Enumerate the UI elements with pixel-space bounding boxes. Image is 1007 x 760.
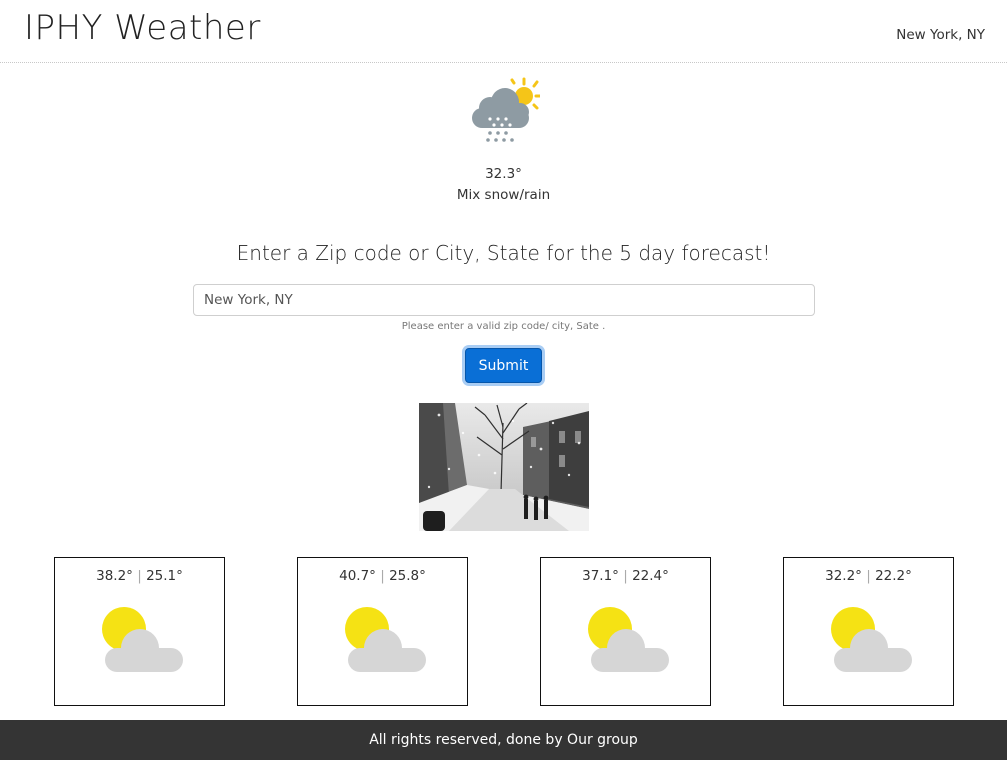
current-condition: Mix snow/rain — [456, 187, 551, 203]
snow-rain-sun-icon — [472, 77, 540, 142]
forecast-card: 32.2° | 22.2° — [783, 557, 954, 706]
forecast-temps: 40.7° | 25.8° — [298, 568, 467, 584]
brand-title: IPHY Weather — [24, 8, 261, 48]
high-temp: 38.2° — [96, 568, 133, 584]
forecast-card: 38.2° | 25.1° — [54, 557, 225, 706]
footer-text: All rights reserved, done by Our group — [369, 732, 638, 748]
high-temp: 40.7° — [339, 568, 376, 584]
submit-button[interactable]: Submit — [465, 348, 542, 383]
partly-cloudy-icon — [102, 607, 183, 672]
low-temp: 25.8° — [389, 568, 426, 584]
low-temp: 25.1° — [146, 568, 183, 584]
input-helper-text: Please enter a valid zip code/ city, Sat… — [401, 321, 606, 332]
temp-separator: | — [866, 568, 871, 584]
location-input[interactable] — [193, 284, 815, 316]
high-temp: 37.1° — [582, 568, 619, 584]
forecast-card: 40.7° | 25.8° — [297, 557, 468, 706]
low-temp: 22.2° — [875, 568, 912, 584]
forecast-temps: 37.1° | 22.4° — [541, 568, 710, 584]
temp-separator: | — [380, 568, 385, 584]
low-temp: 22.4° — [632, 568, 669, 584]
forecast-temps: 32.2° | 22.2° — [784, 568, 953, 584]
forecast-temps: 38.2° | 25.1° — [55, 568, 224, 584]
temp-separator: | — [137, 568, 142, 584]
forecast-card: 37.1° | 22.4° — [540, 557, 711, 706]
current-temperature: 32.3° — [485, 166, 522, 182]
site-footer: All rights reserved, done by Our group — [0, 720, 1007, 760]
high-temp: 32.2° — [825, 568, 862, 584]
search-prompt: Enter a Zip code or City, State for the … — [236, 241, 771, 265]
partly-cloudy-icon — [588, 607, 669, 672]
partly-cloudy-icon — [831, 607, 912, 672]
temp-separator: | — [623, 568, 628, 584]
site-header: IPHY Weather New York, NY — [0, 0, 1007, 63]
snow-street-photo — [419, 403, 589, 531]
header-location: New York, NY — [896, 27, 985, 43]
partly-cloudy-icon — [345, 607, 426, 672]
